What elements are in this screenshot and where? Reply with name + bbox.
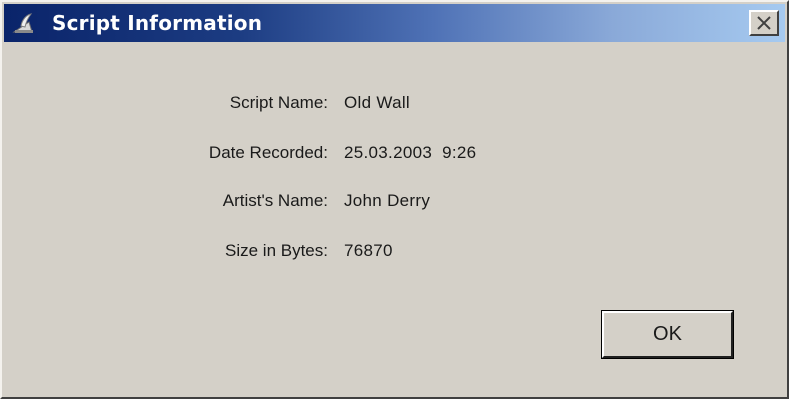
artist-name-value: John Derry (344, 191, 431, 210)
script-information-dialog: Script Information Script Name: Old Wall… (0, 0, 789, 399)
date-recorded-row: Date Recorded: 25.03.2003 9:26 (2, 143, 789, 167)
size-in-bytes-row: Size in Bytes: 76870 (2, 241, 789, 265)
size-in-bytes-value: 76870 (344, 241, 393, 260)
script-name-label: Script Name: (229, 93, 328, 112)
ok-button[interactable]: OK (601, 310, 734, 359)
dialog-title: Script Information (52, 11, 263, 35)
script-name-row: Script Name: Old Wall (2, 93, 789, 117)
title-bar[interactable]: Script Information (4, 4, 785, 42)
script-name-value: Old Wall (344, 93, 411, 112)
size-in-bytes-label: Size in Bytes: (225, 241, 328, 260)
date-recorded-value: 25.03.2003 9:26 (344, 143, 477, 162)
close-icon (757, 16, 771, 30)
app-icon (12, 12, 36, 34)
close-button[interactable] (749, 10, 779, 36)
artist-name-row: Artist's Name: John Derry (2, 191, 789, 215)
artist-name-label: Artist's Name: (222, 191, 328, 210)
date-recorded-label: Date Recorded: (208, 143, 328, 162)
